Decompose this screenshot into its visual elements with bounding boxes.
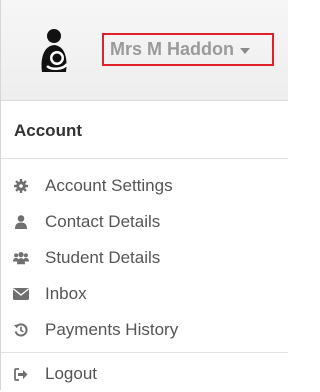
menu-item-account-settings[interactable]: Account Settings — [1, 168, 288, 204]
menu-item-contact-details[interactable]: Contact Details — [1, 204, 288, 240]
user-header: Mrs M Haddon — [1, 0, 288, 101]
section-title: Account — [14, 121, 82, 140]
sign-out-icon — [13, 366, 29, 382]
menu-item-label: Account Settings — [45, 176, 173, 195]
menu-item-label: Payments History — [45, 320, 179, 339]
menu-item-payments-history[interactable]: Payments History — [1, 312, 288, 348]
menu-item-label: Contact Details — [45, 212, 161, 231]
menu-item-inbox[interactable]: Inbox — [1, 276, 288, 312]
users-icon — [13, 250, 29, 266]
menu-item-label: Logout — [45, 364, 97, 383]
envelope-icon — [13, 286, 29, 302]
user-name: Mrs M Haddon — [110, 39, 234, 59]
menu-item-logout[interactable]: Logout — [1, 356, 288, 392]
user-menu-button[interactable]: Mrs M Haddon — [102, 33, 274, 66]
account-dropdown-panel: Mrs M Haddon Account Account Settings Co… — [0, 0, 288, 392]
caret-down-icon — [240, 48, 250, 54]
menu-item-student-details[interactable]: Student Details — [1, 240, 288, 276]
menu-item-label: Inbox — [45, 284, 87, 303]
user-icon — [13, 214, 29, 230]
gear-icon — [13, 178, 29, 194]
parent-child-avatar-icon — [41, 29, 69, 72]
menu-item-label: Student Details — [45, 248, 161, 267]
divider — [1, 352, 288, 353]
divider — [1, 158, 288, 159]
history-icon — [13, 322, 29, 338]
